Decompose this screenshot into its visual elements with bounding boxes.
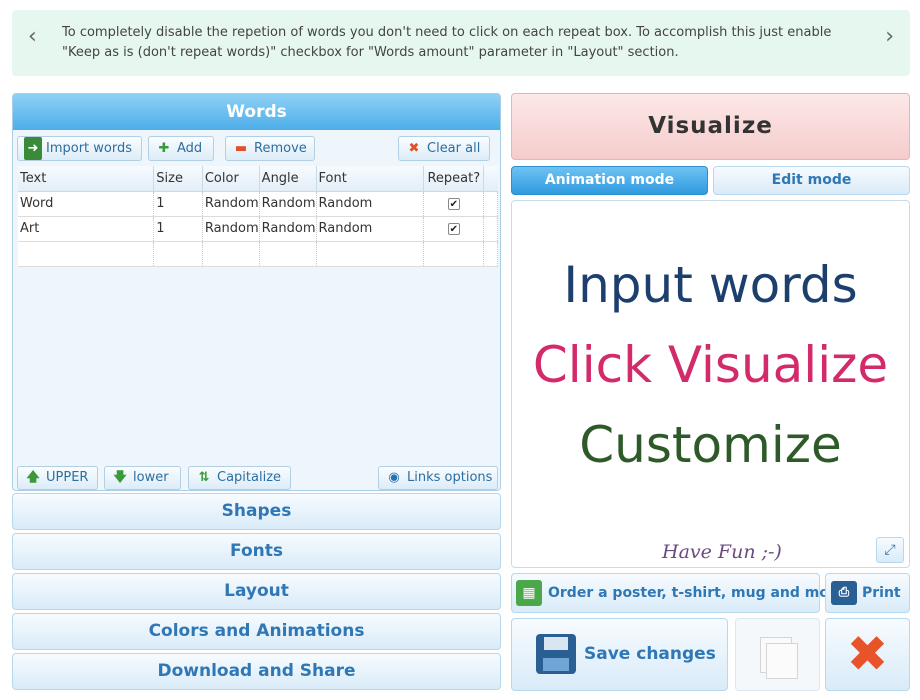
cart-icon: ▦: [516, 580, 542, 606]
tip-text: To completely disable the repetion of wo…: [62, 25, 832, 60]
cell-repeat: ✔: [423, 191, 485, 217]
close-button[interactable]: ✖: [825, 618, 910, 691]
chevron-left-icon[interactable]: ‹: [28, 24, 37, 49]
arrow-up-icon: 🡅: [26, 470, 40, 485]
column-header-angle[interactable]: Angle: [259, 166, 317, 192]
cell-empty[interactable]: [316, 241, 425, 267]
case-toolbar: 🡅 UPPER 🡇 lower ⇅ Capitalize ◉ Links options: [17, 466, 499, 490]
cell-text[interactable]: Word: [18, 191, 155, 217]
cell-angle[interactable]: Random: [259, 216, 317, 242]
cell-empty[interactable]: [153, 241, 203, 267]
uppercase-button[interactable]: 🡅 UPPER: [17, 466, 98, 490]
tip-banner: ‹ To completely disable the repetion of …: [12, 10, 910, 76]
chevron-right-icon[interactable]: ›: [885, 24, 894, 49]
cell-font[interactable]: Random: [316, 216, 425, 242]
arrows-updown-icon: ⇅: [198, 470, 210, 485]
cell-spacer: [483, 191, 498, 217]
column-header-spacer: [483, 166, 498, 192]
words-table: Text Size Color Angle Font Repeat? Word …: [18, 166, 498, 267]
floppy-disk-icon: [536, 634, 576, 674]
section-layout[interactable]: Layout: [12, 573, 501, 610]
lowercase-button[interactable]: 🡇 lower: [104, 466, 181, 490]
cell-font[interactable]: Random: [316, 191, 425, 217]
table-row[interactable]: Art 1 Random Random Random ✔: [18, 216, 498, 242]
visualize-button[interactable]: Visualize: [511, 93, 910, 160]
cell-angle[interactable]: Random: [259, 191, 317, 217]
cell-color[interactable]: Random: [202, 216, 260, 242]
plus-icon: ✚: [158, 141, 170, 156]
clear-all-button[interactable]: ✖ Clear all: [398, 136, 490, 161]
copy-icon-back: [766, 643, 798, 679]
words-panel-title[interactable]: Words: [13, 94, 500, 130]
section-shapes[interactable]: Shapes: [12, 493, 501, 530]
words-panel: Words ➜ Import words ✚ Add ▬ Remove ✖ Clear …: [12, 93, 501, 491]
table-row[interactable]: Word 1 Random Random Random ✔: [18, 191, 498, 217]
x-icon: ✖: [408, 141, 420, 156]
printer-icon: ⎙: [831, 581, 857, 605]
import-icon: ➜: [24, 137, 42, 160]
canvas-have-fun: Have Fun ;-): [662, 541, 782, 563]
canvas-line-customize: Customize: [579, 416, 842, 474]
words-toolbar: ➜ Import words ✚ Add ▬ Remove ✖ Clear all: [17, 136, 495, 162]
links-options-button[interactable]: ◉ Links options: [378, 466, 498, 490]
fullscreen-icon[interactable]: ⤢: [876, 537, 904, 563]
column-header-font[interactable]: Font: [316, 166, 425, 192]
table-header-row: Text Size Color Angle Font Repeat?: [18, 166, 498, 192]
repeat-checkbox[interactable]: ✔: [447, 223, 460, 235]
cell-spacer: [483, 241, 498, 267]
globe-icon: ◉: [388, 470, 400, 485]
section-download-share[interactable]: Download and Share: [12, 653, 501, 690]
import-words-button[interactable]: ➜ Import words: [17, 136, 142, 161]
copy-button[interactable]: [735, 618, 820, 691]
tab-edit-mode[interactable]: Edit mode: [713, 166, 910, 195]
section-colors-animations[interactable]: Colors and Animations: [12, 613, 501, 650]
cell-empty[interactable]: [259, 241, 317, 267]
save-changes-button[interactable]: Save changes: [511, 618, 728, 691]
minus-icon: ▬: [234, 141, 248, 156]
cell-repeat: ✔: [423, 216, 485, 242]
tab-animation-mode[interactable]: Animation mode: [511, 166, 708, 195]
canvas-line-click-visualize: Click Visualize: [532, 336, 889, 394]
column-header-text[interactable]: Text: [18, 166, 155, 192]
column-header-size[interactable]: Size: [153, 166, 203, 192]
section-fonts[interactable]: Fonts: [12, 533, 501, 570]
column-header-repeat[interactable]: Repeat?: [423, 166, 485, 192]
cell-empty[interactable]: [18, 241, 155, 267]
cell-spacer: [483, 216, 498, 242]
cell-text[interactable]: Art: [18, 216, 155, 242]
cell-empty[interactable]: [423, 241, 485, 267]
capitalize-button[interactable]: ⇅ Capitalize: [188, 466, 291, 490]
cell-color[interactable]: Random: [202, 191, 260, 217]
word-cloud-canvas[interactable]: Input words Click Visualize Customize Ha…: [511, 200, 910, 568]
cell-size[interactable]: 1: [153, 191, 203, 217]
print-button[interactable]: ⎙ Print: [825, 573, 910, 613]
remove-word-button[interactable]: ▬ Remove: [225, 136, 315, 161]
column-header-color[interactable]: Color: [202, 166, 260, 192]
cell-empty[interactable]: [202, 241, 260, 267]
order-products-button[interactable]: ▦ Order a poster, t-shirt, mug and more!: [511, 573, 852, 613]
close-icon: ✖: [846, 625, 889, 683]
table-row-empty[interactable]: [18, 241, 498, 267]
arrow-down-icon: 🡇: [113, 470, 127, 485]
add-word-button[interactable]: ✚ Add: [148, 136, 214, 161]
canvas-line-input-words: Input words: [563, 256, 858, 314]
cell-size[interactable]: 1: [153, 216, 203, 242]
repeat-checkbox[interactable]: ✔: [447, 198, 460, 210]
